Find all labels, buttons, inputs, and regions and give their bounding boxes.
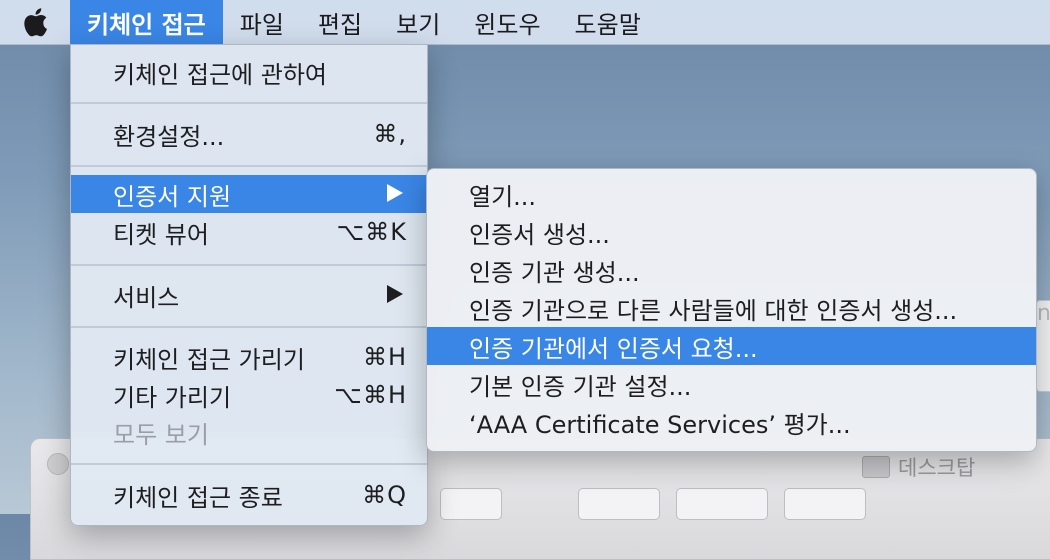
certificate-assistant-submenu: 열기... 인증서 생성... 인증 기관 생성... 인증 기관으로 다른 사… (426, 168, 1037, 452)
submenu-item-evaluate[interactable]: ‘AAA Certificate Services’ 평가... (427, 403, 1036, 441)
submenu-item-create-cert-for-others[interactable]: 인증 기관으로 다른 사람들에 대한 인증서 생성... (427, 289, 1036, 327)
menu-item-quit[interactable]: 키체인 접근 종료 ⌘Q (71, 476, 427, 514)
submenu-item-create-certificate[interactable]: 인증서 생성... (427, 213, 1036, 251)
background-search-field[interactable]: ng (1036, 300, 1050, 392)
menu-item-label: 키체인 접근 종료 (113, 483, 283, 512)
menu-separator (71, 326, 427, 328)
menu-item-show-all: 모두 보기 (71, 413, 427, 451)
menu-item-label: 환경설정... (113, 122, 225, 151)
menu-window[interactable]: 윈도우 (457, 0, 557, 44)
submenu-item-request-from-ca[interactable]: 인증 기관에서 인증서 요청... (427, 327, 1036, 365)
menu-item-shortcut: ⌘H (362, 343, 407, 371)
submenu-arrow-icon (387, 180, 403, 208)
menu-item-ticket-viewer[interactable]: 티켓 뷰어 ⌥⌘K (71, 213, 427, 251)
menu-item-preferences[interactable]: 환경설정... ⌘, (71, 115, 427, 153)
window-close-icon[interactable] (47, 453, 69, 475)
menu-item-label: 기타 가리기 (113, 383, 232, 412)
menu-item-shortcut: ⌘Q (362, 481, 407, 509)
menu-item-hide-others[interactable]: 기타 가리기 ⌥⌘H (71, 376, 427, 414)
search-field-text: ng (1037, 301, 1050, 326)
menu-item-shortcut: ⌥⌘K (336, 218, 407, 246)
submenu-item-label: 인증 기관에서 인증서 요청... (469, 334, 758, 363)
desktop-label: 데스크탑 (898, 456, 976, 480)
gear-button[interactable] (676, 488, 768, 520)
submenu-item-label: ‘AAA Certificate Services’ 평가... (469, 410, 851, 439)
submenu-item-set-default-ca[interactable]: 기본 인증 기관 설정... (427, 365, 1036, 403)
menu-item-label: 티켓 뷰어 (113, 220, 209, 249)
desktop-location[interactable]: 데스크탑 (862, 452, 975, 482)
menu-item-shortcut: ⌘, (373, 120, 407, 148)
menu-item-label: 키체인 접근에 관하여 (113, 60, 327, 89)
menu-separator (71, 463, 427, 465)
submenu-item-label: 기본 인증 기관 설정... (469, 372, 692, 401)
folder-icon (862, 456, 890, 478)
menu-file[interactable]: 파일 (223, 0, 301, 44)
submenu-item-open[interactable]: 열기... (427, 175, 1036, 213)
submenu-item-label: 인증서 생성... (469, 220, 610, 249)
toolbar-button[interactable] (578, 488, 660, 520)
submenu-item-label: 인증 기관 생성... (469, 258, 640, 287)
apple-icon[interactable] (0, 0, 70, 44)
menu-help[interactable]: 도움말 (558, 0, 658, 44)
menu-item-services[interactable]: 서비스 (71, 276, 427, 314)
menu-item-label: 서비스 (113, 283, 180, 312)
menu-item-about[interactable]: 키체인 접근에 관하여 (71, 53, 427, 91)
menu-item-label: 키체인 접근 가리기 (113, 345, 305, 374)
submenu-item-label: 인증 기관으로 다른 사람들에 대한 인증서 생성... (469, 296, 958, 325)
menu-separator (71, 165, 427, 167)
submenu-item-label: 열기... (469, 182, 537, 211)
share-button[interactable] (784, 488, 866, 520)
view-columns-button[interactable] (440, 488, 502, 520)
submenu-arrow-icon (387, 281, 403, 309)
menu-item-label: 인증서 지원 (113, 182, 232, 211)
menu-separator (71, 102, 427, 104)
menu-item-hide-app[interactable]: 키체인 접근 가리기 ⌘H (71, 338, 427, 376)
submenu-item-create-ca[interactable]: 인증 기관 생성... (427, 251, 1036, 289)
keychain-access-menu: 키체인 접근에 관하여 환경설정... ⌘, 인증서 지원 티켓 뷰어 ⌥⌘K … (70, 44, 428, 526)
menu-bar: 키체인 접근 파일 편집 보기 윈도우 도움말 (0, 0, 1050, 45)
menu-item-shortcut: ⌥⌘H (334, 381, 407, 409)
menu-view[interactable]: 보기 (379, 0, 457, 44)
menu-edit[interactable]: 편집 (301, 0, 379, 44)
menu-item-label: 모두 보기 (113, 420, 209, 449)
menu-item-certificate-assistant[interactable]: 인증서 지원 (71, 175, 427, 213)
menu-separator (71, 264, 427, 266)
menu-keychain-access[interactable]: 키체인 접근 (70, 0, 223, 44)
